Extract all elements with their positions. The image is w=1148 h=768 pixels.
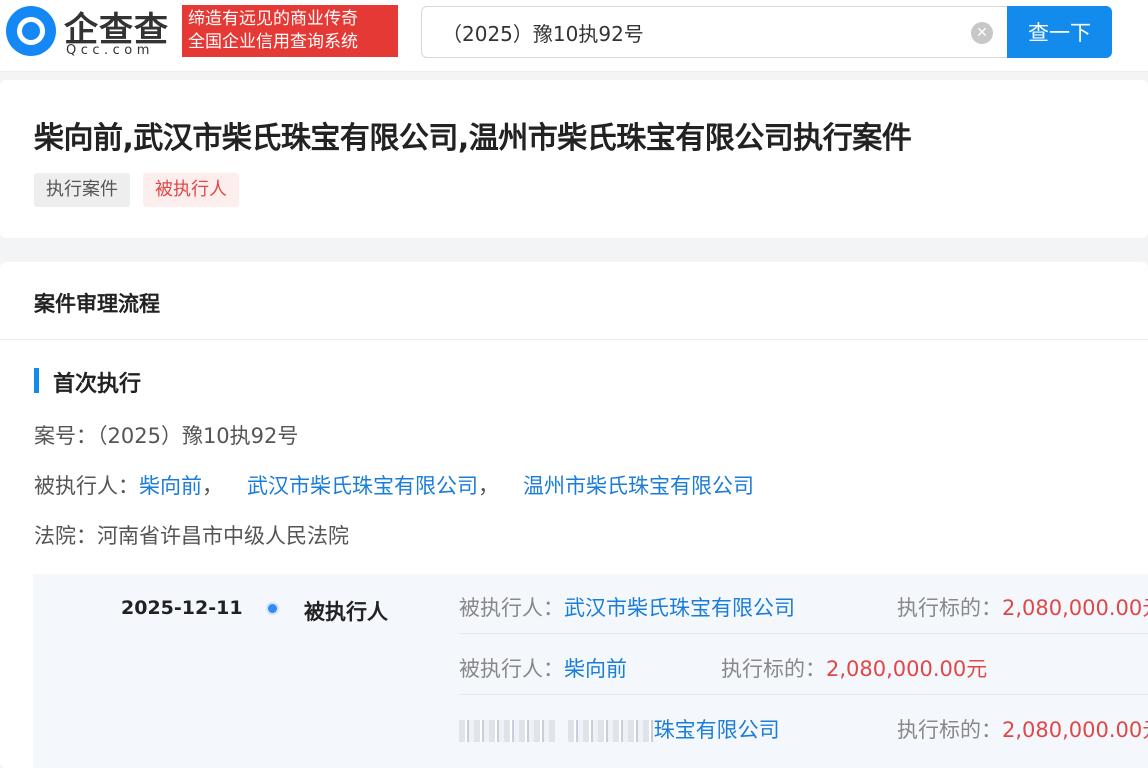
amount-label: 执行标的： xyxy=(897,718,1002,742)
amount-cell: 执行标的：2,080,000.00元 xyxy=(721,653,987,683)
stage-title: 首次执行 xyxy=(53,372,142,397)
search-button[interactable]: 查一下 xyxy=(1007,6,1112,58)
respondent-link-2[interactable]: 武汉市柴氏珠宝有限公司 xyxy=(247,474,478,498)
amount-cell: 执行标的：2,080,000.00元 xyxy=(897,592,1148,622)
search-box: ✕ xyxy=(421,6,1008,58)
case-title-card: 柴向前,武汉市柴氏珠宝有限公司,温州市柴氏珠宝有限公司执行案件 执行案件 被执行… xyxy=(0,80,1148,238)
party-cell: 珠宝有限公司 xyxy=(459,714,780,744)
separator: ， xyxy=(202,474,223,498)
party-label: 被执行人： xyxy=(459,596,564,620)
case-process-card: 案件审理流程 首次执行 案号：（2025）豫10执92号 被执行人：柴向前， 武汉… xyxy=(0,262,1148,768)
court-label: 法院： xyxy=(34,524,97,548)
timeline-dot-icon xyxy=(266,602,279,615)
logo-subtext: Qcc.com xyxy=(66,43,154,58)
slogan-line-1: 缔造有远见的商业传奇 xyxy=(188,9,358,29)
page-title: 柴向前,武汉市柴氏珠宝有限公司,温州市柴氏珠宝有限公司执行案件 xyxy=(34,121,912,156)
amount-value: 2,080,000.00元 xyxy=(1002,596,1148,620)
separator: ， xyxy=(478,474,499,498)
obscured-text xyxy=(459,720,555,742)
party-link[interactable]: 柴向前 xyxy=(564,657,627,681)
timeline-entry: 珠宝有限公司 执行标的：2,080,000.00元 xyxy=(459,696,1148,756)
qcc-logo-icon[interactable] xyxy=(6,6,56,56)
amount-label: 执行标的： xyxy=(897,596,1002,620)
party-link[interactable]: 武汉市柴氏珠宝有限公司 xyxy=(564,596,795,620)
amount-cell: 执行标的：2,080,000.00元 xyxy=(897,714,1148,744)
timeline-role: 被执行人 xyxy=(304,600,388,624)
case-number-label: 案号： xyxy=(34,424,97,448)
party-label: 被执行人： xyxy=(459,657,564,681)
search-input[interactable] xyxy=(423,8,963,56)
slogan-banner: 缔造有远见的商业传奇 全国企业信用查询系统 xyxy=(182,5,398,57)
respondent-link-3[interactable]: 温州市柴氏珠宝有限公司 xyxy=(523,474,754,498)
party-cell: 被执行人：柴向前 xyxy=(459,653,627,683)
tag-respondent: 被执行人 xyxy=(143,173,239,207)
divider xyxy=(0,339,1148,340)
timeline-date: 2025-12-11 xyxy=(121,597,243,619)
clear-icon[interactable]: ✕ xyxy=(971,22,993,44)
timeline-entry: 被执行人：武汉市柴氏珠宝有限公司 执行标的：2,080,000.00元 xyxy=(459,574,1148,634)
section-title: 案件审理流程 xyxy=(34,292,160,316)
respondents-label: 被执行人： xyxy=(34,474,139,498)
court-value: 河南省许昌市中级人民法院 xyxy=(97,524,349,548)
obscured-text xyxy=(567,720,654,742)
top-header: 企查查 Qcc.com 缔造有远见的商业传奇 全国企业信用查询系统 ✕ 查一下 xyxy=(0,0,1148,72)
timeline-entry: 被执行人：柴向前 执行标的：2,080,000.00元 xyxy=(459,635,1148,695)
party-cell: 被执行人：武汉市柴氏珠宝有限公司 xyxy=(459,592,795,622)
amount-value: 2,080,000.00元 xyxy=(826,657,988,681)
case-number-row: 案号：（2025）豫10执92号 xyxy=(34,420,298,450)
slogan-line-2: 全国企业信用查询系统 xyxy=(188,32,358,52)
section-accent-bar xyxy=(34,368,39,393)
amount-label: 执行标的： xyxy=(721,657,826,681)
timeline-panel: 2025-12-11 被执行人 被执行人：武汉市柴氏珠宝有限公司 执行标的：2,… xyxy=(33,574,1148,768)
tag-execution-case: 执行案件 xyxy=(34,173,130,207)
party-link[interactable]: 珠宝有限公司 xyxy=(654,718,780,742)
respondent-link-1[interactable]: 柴向前 xyxy=(139,474,202,498)
court-row: 法院：河南省许昌市中级人民法院 xyxy=(34,520,349,550)
case-number-value: （2025）豫10执92号 xyxy=(97,424,299,448)
amount-value: 2,080,000.00元 xyxy=(1002,718,1148,742)
respondents-row: 被执行人：柴向前， 武汉市柴氏珠宝有限公司， 温州市柴氏珠宝有限公司 xyxy=(34,470,754,500)
